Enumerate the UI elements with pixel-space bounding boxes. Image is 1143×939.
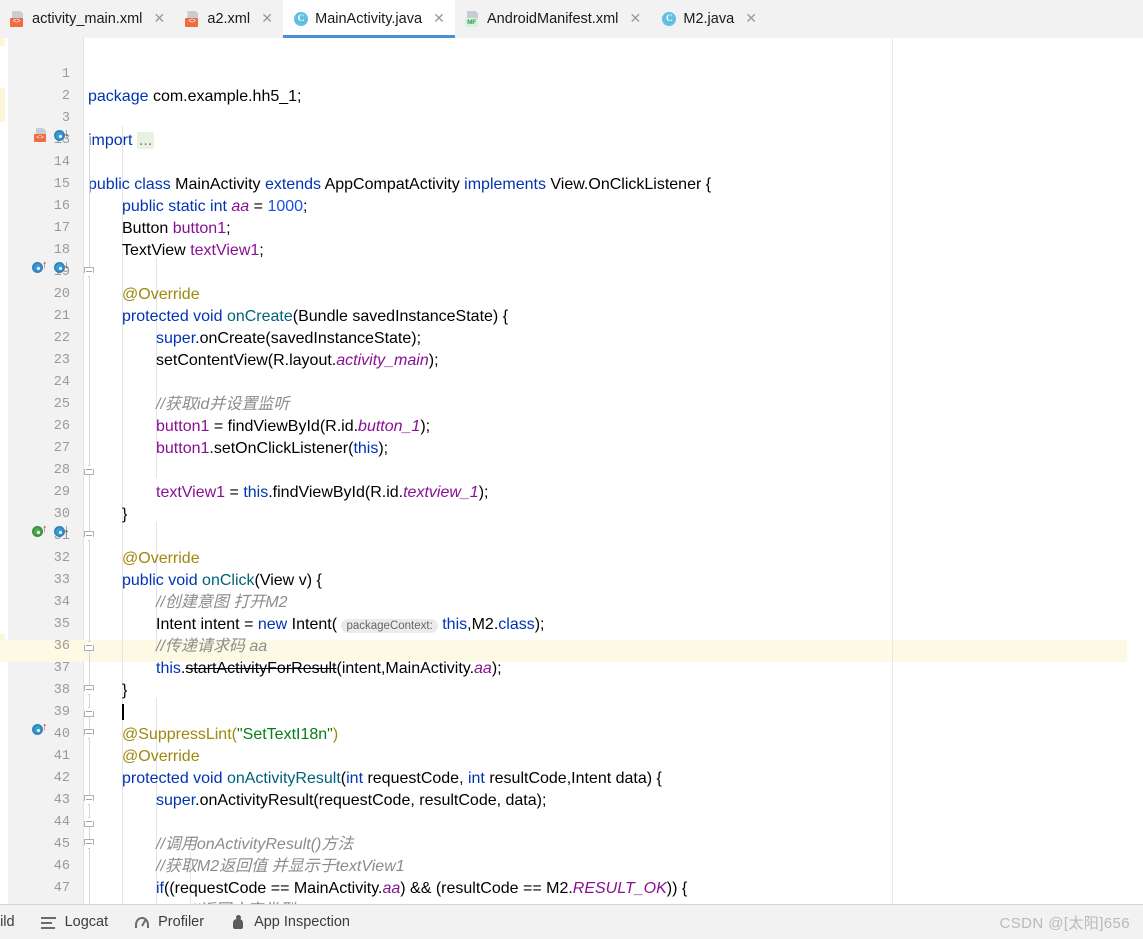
- code-line: 46 if((requestCode == MainActivity.aa) &…: [0, 834, 1143, 897]
- overriding-method-gutter-icon[interactable]: ↑: [32, 524, 48, 539]
- code-line: 31 @Override: [0, 504, 1143, 567]
- close-icon[interactable]: ✕: [260, 11, 274, 26]
- implementing-method-gutter-icon[interactable]: ↓: [54, 524, 70, 539]
- code-line: 36 this.startActivityForResult(intent,Ma…: [0, 614, 1143, 677]
- code-line: 40 @Override: [0, 702, 1143, 765]
- code-line: 47 //返回文字类型: [0, 856, 1143, 904]
- code-line-current: 38: [0, 658, 1143, 720]
- tab-label: MainActivity.java: [315, 11, 423, 27]
- code-line: 18: [0, 218, 1143, 258]
- build-label: uild: [0, 914, 15, 930]
- fold-marker-collapse[interactable]: [84, 465, 95, 476]
- logcat-icon: [40, 914, 58, 931]
- code-line: 16 Button button1;: [0, 174, 1143, 237]
- related-xml-gutter-icon[interactable]: <>: [34, 128, 49, 143]
- code-line: 23: [0, 328, 1143, 368]
- code-line: 22 setContentView(R.layout.activity_main…: [0, 306, 1143, 369]
- fold-marker-collapse[interactable]: [84, 707, 95, 718]
- fold-marker-collapse[interactable]: [84, 839, 95, 850]
- profiler-icon: [134, 914, 151, 931]
- tab-mainactivity-java[interactable]: C MainActivity.java ✕: [283, 0, 456, 38]
- code-editor[interactable]: 1 package com.example.hh5_1; 2 3 import …: [0, 38, 1143, 904]
- bottom-item-app-inspection[interactable]: App Inspection: [230, 914, 350, 931]
- code-line: 29 }: [0, 460, 1143, 523]
- tab-label: activity_main.xml: [32, 11, 143, 27]
- code-line: 37 }: [0, 636, 1143, 699]
- implementing-method-gutter-icon[interactable]: ↓: [54, 128, 70, 143]
- code-line: 44 //调用onActivityResult()方法: [0, 790, 1143, 853]
- code-line: 24 //获取id并设置监听: [0, 350, 1143, 413]
- fold-marker-collapse[interactable]: [84, 641, 95, 652]
- tab-label: M2.java: [683, 11, 735, 27]
- code-line: 28 textView1 = this.findViewById(R.id.te…: [0, 438, 1143, 501]
- xml-file-icon: <>: [185, 10, 201, 28]
- close-icon[interactable]: ✕: [432, 11, 446, 26]
- app-inspection-icon: [230, 914, 247, 931]
- code-line: 35 //传递请求码 aa: [0, 592, 1143, 655]
- code-line: 17 TextView textView1;: [0, 196, 1143, 259]
- java-file-icon: C: [661, 11, 677, 28]
- bottom-item-logcat[interactable]: Logcat: [40, 914, 109, 931]
- code-line: 42 super.onActivityResult(requestCode, r…: [0, 746, 1143, 809]
- overriding-method-gutter-icon[interactable]: ↑: [32, 260, 48, 275]
- xml-file-icon: <>: [10, 10, 26, 28]
- editor-tab-bar: <> activity_main.xml ✕ <> a2.xml ✕ C Mai…: [0, 0, 1143, 39]
- code-line: 43: [0, 768, 1143, 808]
- code-line: 20 protected void onCreate(Bundle savedI…: [0, 262, 1143, 325]
- tab-m2-java[interactable]: C M2.java ✕: [651, 0, 767, 38]
- code-line: 26 button1.setOnClickListener(this);: [0, 394, 1143, 457]
- code-line: 33 //创建意图 打开M2: [0, 548, 1143, 611]
- manifest-file-icon: MF: [465, 10, 481, 28]
- code-line: 13: [0, 108, 1143, 148]
- code-line: 48 String rt = data.getStringExtra( name…: [0, 878, 1143, 904]
- code-line: 27: [0, 416, 1143, 456]
- code-line: 15 public static int aa = 1000;: [0, 152, 1143, 215]
- code-line: 2: [0, 64, 1143, 104]
- code-line: 1 package com.example.hh5_1;: [0, 42, 1143, 105]
- fold-marker-collapse[interactable]: [84, 795, 95, 806]
- code-line: 14 public class MainActivity extends App…: [0, 130, 1143, 193]
- fold-marker-collapse[interactable]: [84, 531, 95, 542]
- close-icon[interactable]: ✕: [628, 11, 642, 26]
- tab-androidmanifest-xml[interactable]: MF AndroidManifest.xml ✕: [455, 0, 651, 38]
- profiler-label: Profiler: [158, 914, 205, 930]
- fold-marker-collapse[interactable]: [84, 685, 95, 696]
- bottom-item-build[interactable]: uild: [0, 914, 15, 930]
- editor-scrollbar[interactable]: [1127, 38, 1143, 904]
- overriding-method-gutter-icon[interactable]: ↑: [32, 722, 48, 737]
- tool-window-bar: uild Logcat Profiler App Inspection: [0, 904, 1143, 939]
- watermark: CSDN @[太阳]656: [999, 915, 1130, 932]
- code-line: 19 @Override: [0, 240, 1143, 303]
- logcat-label: Logcat: [64, 914, 109, 930]
- code-line: 3 import ...: [0, 86, 1143, 149]
- code-line: 45 //获取M2返回值 并显示于textView1: [0, 812, 1143, 875]
- code-line: 25 button1 = findViewById(R.id.button_1)…: [0, 372, 1143, 435]
- tab-label: AndroidManifest.xml: [487, 11, 619, 27]
- code-line: 21 super.onCreate(savedInstanceState);: [0, 284, 1143, 347]
- code-line: 41 protected void onActivityResult(int r…: [0, 724, 1143, 787]
- java-file-icon: C: [293, 11, 309, 28]
- fold-marker-collapse[interactable]: [84, 817, 95, 828]
- fold-marker-collapse[interactable]: [84, 267, 95, 278]
- bottom-item-profiler[interactable]: Profiler: [134, 914, 204, 931]
- fold-marker-collapse[interactable]: [84, 729, 95, 740]
- code-line: 34 Intent intent = new Intent( packageCo…: [0, 570, 1143, 633]
- implementing-method-gutter-icon[interactable]: ↓: [54, 260, 70, 275]
- close-icon[interactable]: ✕: [744, 11, 758, 26]
- tab-a2-xml[interactable]: <> a2.xml ✕: [175, 0, 283, 38]
- close-icon[interactable]: ✕: [152, 11, 166, 26]
- code-line: 39 @SuppressLint("SetTextI18n"): [0, 680, 1143, 743]
- code-line: 30: [0, 482, 1143, 522]
- code-line: 32 public void onClick(View v) {: [0, 526, 1143, 589]
- tab-label: a2.xml: [207, 11, 251, 27]
- app-inspection-label: App Inspection: [254, 914, 350, 930]
- tab-activity-main-xml[interactable]: <> activity_main.xml ✕: [0, 0, 175, 38]
- fold-region-line: [89, 136, 90, 904]
